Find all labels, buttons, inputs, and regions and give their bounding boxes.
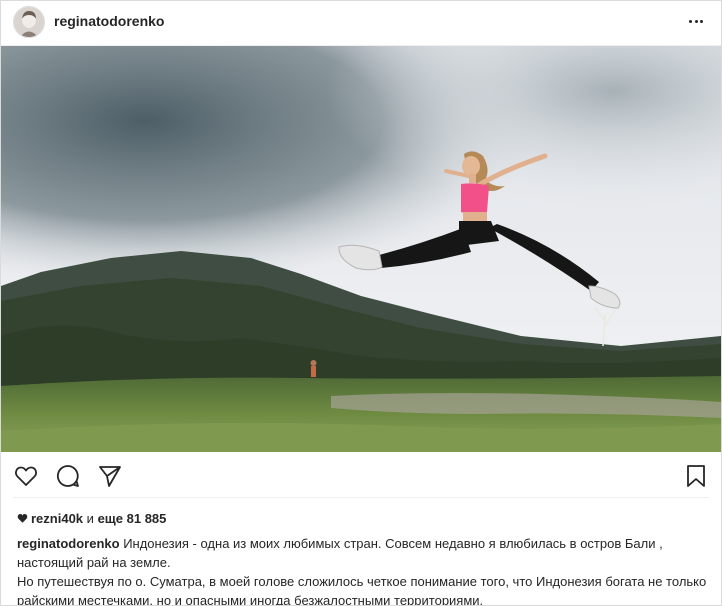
- avatar-photo: [14, 7, 44, 37]
- liker-username[interactable]: rezni40k: [31, 511, 83, 526]
- post-actions: [1, 452, 721, 498]
- caption-line-2: Но путешествуя по о. Суматра, в моей гол…: [17, 574, 707, 606]
- avatar[interactable]: [13, 6, 45, 38]
- likes-connector: и: [86, 511, 94, 526]
- likes-summary: rezni40k и еще 81 885: [17, 511, 166, 526]
- instagram-post: reginatodorenko rezni40k и еще 81 885 re…: [0, 0, 722, 606]
- caption-line-1: reginatodorenko Индонезия - одна из моих…: [17, 534, 713, 572]
- likes-others[interactable]: еще 81 885: [98, 511, 167, 526]
- bookmark-icon[interactable]: [683, 463, 709, 489]
- post-photo[interactable]: [1, 46, 721, 452]
- comment-bubble-icon[interactable]: [55, 463, 81, 489]
- more-options-icon[interactable]: [683, 9, 709, 33]
- post-caption: reginatodorenko Индонезия - одна из моих…: [17, 534, 713, 606]
- heart-outline-icon[interactable]: [13, 463, 39, 489]
- post-username[interactable]: reginatodorenko: [54, 13, 164, 29]
- actions-divider: [13, 497, 709, 498]
- heart-filled-icon: [17, 514, 28, 523]
- caption-username[interactable]: reginatodorenko: [17, 536, 120, 551]
- post-image: [1, 46, 721, 452]
- paper-plane-icon[interactable]: [97, 463, 123, 489]
- post-header: reginatodorenko: [1, 1, 721, 46]
